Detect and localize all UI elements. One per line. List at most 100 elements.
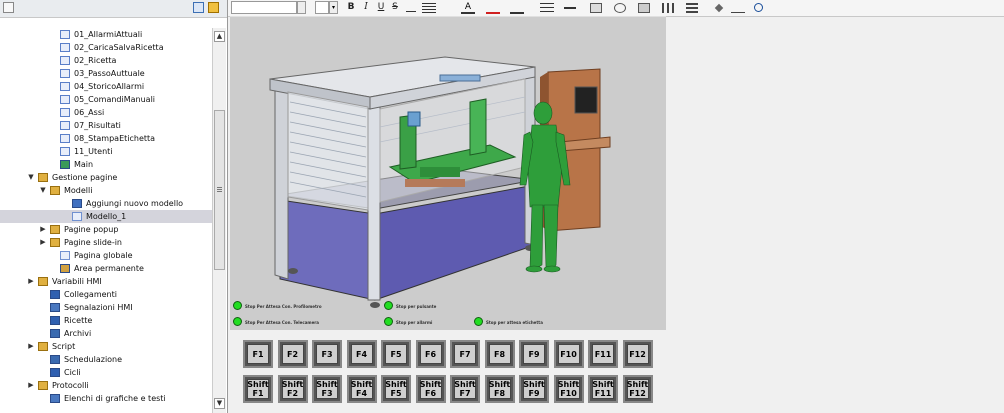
tree-item[interactable]: ▶ Script <box>0 340 212 353</box>
align-text-icon[interactable] <box>422 3 436 13</box>
tree-item[interactable]: 07_Risultati <box>0 119 212 132</box>
tree-item[interactable]: ▶ Variabili HMI <box>0 275 212 288</box>
font-size-increase-icon[interactable] <box>405 3 417 13</box>
expand-arrow-icon[interactable]: ▶ <box>27 379 35 392</box>
collapse-arrow-icon[interactable]: ▼ <box>39 184 47 197</box>
tree-item[interactable]: Segnalazioni HMI <box>0 301 212 314</box>
distribute-horizontal-icon[interactable] <box>662 3 674 13</box>
line-width-icon[interactable] <box>564 7 576 9</box>
tree-item[interactable]: Area permanente <box>0 262 212 275</box>
scroll-down-button[interactable]: ▼ <box>214 398 225 409</box>
tree-item[interactable]: 05_ComandiManuali <box>0 93 212 106</box>
shift-function-key-2[interactable]: Shift F2 <box>277 375 308 403</box>
shift-function-key-12[interactable]: Shift F12 <box>622 375 653 403</box>
expand-arrow-icon[interactable]: ▶ <box>27 275 35 288</box>
group-icon[interactable] <box>638 3 650 13</box>
format-painter-icon[interactable] <box>714 3 724 13</box>
folder-icon <box>38 342 48 351</box>
function-key-12[interactable]: F12 <box>622 340 653 368</box>
tree-item[interactable]: 02_Ricetta <box>0 54 212 67</box>
tree-item[interactable]: ▼ Modelli <box>0 184 212 197</box>
tree-item-label: 02_Ricetta <box>74 56 117 65</box>
function-key-2[interactable]: F2 <box>277 340 308 368</box>
shift-function-key-6[interactable]: Shift F6 <box>415 375 446 403</box>
arrange-front-icon[interactable] <box>590 3 602 13</box>
font-name-dropdown[interactable] <box>297 1 306 14</box>
tree-item[interactable]: 11_Utenti <box>0 145 212 158</box>
function-key-9[interactable]: F9 <box>519 340 549 368</box>
screen-icon <box>60 82 70 91</box>
shift-function-key-10[interactable]: Shift F10 <box>553 375 584 403</box>
font-size-dropdown[interactable]: ▾ <box>329 1 338 14</box>
expand-arrow-icon[interactable]: ▶ <box>39 236 47 249</box>
tree-item[interactable]: 08_StampaEtichetta <box>0 132 212 145</box>
tree-item[interactable]: 03_PassoAuttuale <box>0 67 212 80</box>
tree-item[interactable]: Ricette <box>0 314 212 327</box>
function-key-6[interactable]: F6 <box>415 340 446 368</box>
expand-arrow-icon[interactable]: ▶ <box>39 223 47 236</box>
tab-order-icon[interactable] <box>731 3 745 13</box>
tree-scrollbar[interactable]: ▲ ▼ <box>212 28 226 413</box>
expand-arrow-icon[interactable]: ▶ <box>27 340 35 353</box>
sync-icon[interactable] <box>208 2 219 13</box>
project-view-icon[interactable] <box>3 2 14 13</box>
tree-item[interactable]: Aggiungi nuovo modello <box>0 197 212 210</box>
function-key-5[interactable]: F5 <box>381 340 411 368</box>
tree-item[interactable]: Modello_1 <box>0 210 212 223</box>
zoom-icon[interactable] <box>754 3 763 12</box>
tree-item[interactable]: 02_CaricaSalvaRicetta <box>0 41 212 54</box>
function-key-7[interactable]: F7 <box>450 340 480 368</box>
tree-item[interactable]: 04_StoricoAllarmi <box>0 80 212 93</box>
screen-canvas[interactable]: Stop Per Attesa Con. Profilometro Stop P… <box>230 17 666 330</box>
line-style-icon[interactable] <box>540 3 554 13</box>
function-key-11[interactable]: F11 <box>588 340 618 368</box>
tree-item[interactable]: Elenchi di grafiche e testi <box>0 392 212 405</box>
function-key-3[interactable]: F3 <box>312 340 342 368</box>
shift-function-key-5[interactable]: Shift F5 <box>381 375 411 403</box>
function-key-8[interactable]: F8 <box>484 340 515 368</box>
function-key-4[interactable]: F4 <box>346 340 377 368</box>
scroll-up-button[interactable]: ▲ <box>214 31 225 42</box>
shift-function-key-1[interactable]: Shift F1 <box>243 375 273 403</box>
shift-function-key-9[interactable]: Shift F9 <box>519 375 549 403</box>
tree-item[interactable]: Pagina globale <box>0 249 212 262</box>
shift-function-key-8[interactable]: Shift F8 <box>484 375 515 403</box>
alarms-icon <box>50 303 60 312</box>
underline-button[interactable]: U <box>376 1 386 14</box>
function-key-10[interactable]: F10 <box>553 340 584 368</box>
line-color-icon[interactable] <box>510 2 524 14</box>
tree-item[interactable]: Main <box>0 158 212 171</box>
tree-item-label: Pagina globale <box>74 251 133 260</box>
text-color-icon[interactable]: A <box>461 2 475 14</box>
shift-function-key-4[interactable]: Shift F4 <box>346 375 377 403</box>
scroll-thumb[interactable] <box>214 110 225 270</box>
shift-function-key-7[interactable]: Shift F7 <box>450 375 480 403</box>
distribute-vertical-icon[interactable] <box>686 3 698 13</box>
font-name-box[interactable] <box>231 1 297 14</box>
tree-item[interactable]: Archivi <box>0 327 212 340</box>
tree-item[interactable]: ▶ Pagine slide-in <box>0 236 212 249</box>
led-label: Stop Per Attesa Con. Profilometro <box>245 304 322 309</box>
function-key-label: Shift F1 <box>247 379 269 399</box>
tree-item[interactable]: Collegamenti <box>0 288 212 301</box>
rotate-icon[interactable] <box>614 3 626 13</box>
strikethrough-button[interactable]: S <box>390 1 400 14</box>
tree-item[interactable]: ▶ Protocolli <box>0 379 212 392</box>
function-key-label: F11 <box>592 344 614 364</box>
collapse-arrow-icon[interactable]: ▼ <box>27 171 35 184</box>
bold-button[interactable]: B <box>346 1 356 14</box>
font-size-box[interactable] <box>315 1 329 14</box>
overview-icon[interactable] <box>193 2 204 13</box>
function-key-label: F10 <box>557 344 580 364</box>
function-key-1[interactable]: F1 <box>243 340 273 368</box>
tree-item[interactable]: Schedulazione <box>0 353 212 366</box>
tree-item[interactable]: Cicli <box>0 366 212 379</box>
fill-color-icon[interactable] <box>486 2 500 14</box>
tree-item[interactable]: ▼ Gestione pagine <box>0 171 212 184</box>
italic-button[interactable]: I <box>361 1 371 14</box>
tree-item[interactable]: ▶ Pagine popup <box>0 223 212 236</box>
shift-function-key-3[interactable]: Shift F3 <box>312 375 342 403</box>
tree-item[interactable]: 01_AllarmiAttuali <box>0 28 212 41</box>
tree-item[interactable]: 06_Assi <box>0 106 212 119</box>
shift-function-key-11[interactable]: Shift F11 <box>588 375 618 403</box>
